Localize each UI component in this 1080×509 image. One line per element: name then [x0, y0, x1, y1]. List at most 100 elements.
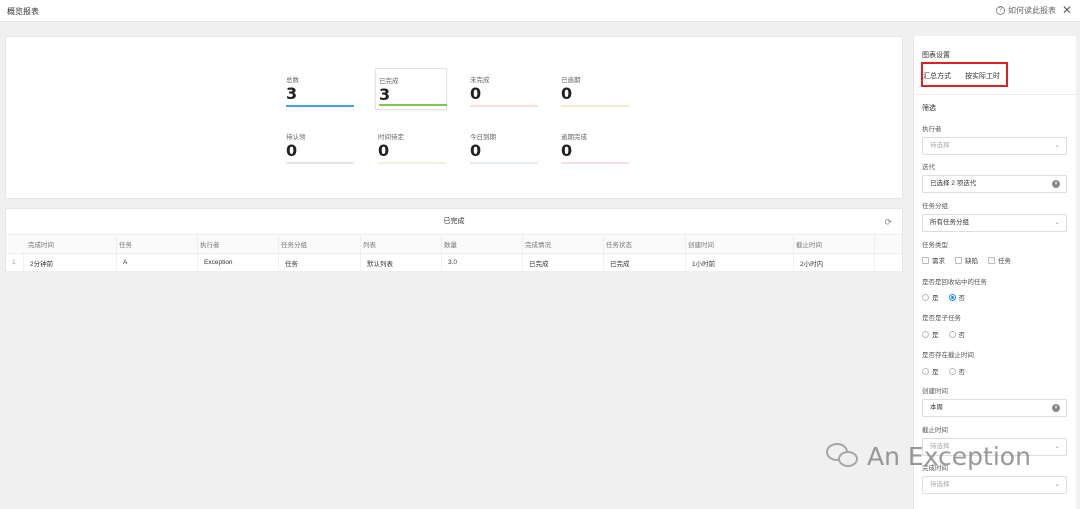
column-header[interactable]: 任务状态: [604, 235, 686, 253]
task-type-option[interactable]: 需求: [922, 255, 945, 265]
radio-button[interactable]: [948, 367, 956, 375]
watermark: An Exception: [826, 441, 1031, 471]
table-cell: 2小时内: [794, 254, 875, 271]
question-circle-icon: ?: [996, 6, 1005, 15]
help-label: 如何读此报表: [1008, 6, 1056, 15]
column-header[interactable]: 任务分组: [279, 235, 361, 253]
stat-label: 已完成: [379, 78, 399, 85]
stat-card[interactable]: 逾期完成 0: [558, 125, 630, 167]
clear-icon[interactable]: ×: [1052, 180, 1060, 188]
table-cell: 已完成: [604, 254, 686, 271]
task-type-options: 需求 缺陷 任务: [922, 255, 1011, 265]
stat-value: 0: [286, 141, 298, 160]
stat-bar: [470, 105, 538, 107]
subtask-options: 是 否: [922, 329, 965, 339]
clear-icon[interactable]: ×: [1052, 404, 1060, 412]
created-time-select[interactable]: 本周 ×: [922, 399, 1067, 417]
completed-time-select[interactable]: 待选择 ⌄: [922, 476, 1067, 494]
checkbox[interactable]: [988, 256, 995, 264]
table-cell: A: [117, 254, 198, 271]
subtask-option-no[interactable]: 否: [948, 329, 965, 339]
stat-bar: [379, 104, 447, 106]
page-title: 概览报表: [7, 7, 39, 16]
stat-value: 0: [470, 141, 482, 160]
stat-label: 总数: [286, 77, 299, 84]
table-cell: 1小时前: [686, 254, 794, 271]
column-header[interactable]: 列表: [361, 235, 442, 253]
settings-sidebar: 图表设置 汇总方式 按实际工时 筛选 执行者 待选择 ⌄ 迭代 已选择 2 项迭…: [913, 36, 1077, 509]
task-type-option[interactable]: 缺陷: [955, 255, 978, 265]
stat-label: 未完成: [470, 77, 490, 84]
stat-card[interactable]: 待认领 0: [283, 125, 355, 167]
radio-button[interactable]: [922, 293, 929, 301]
recycle-option-yes[interactable]: 是: [922, 292, 939, 302]
table-cell: 默认列表: [361, 254, 442, 271]
created-time-label: 创建时间: [922, 388, 948, 395]
stat-label: 已逾期: [561, 77, 581, 84]
task-group-value: 所有任务分组: [930, 219, 969, 226]
has-deadline-option-no[interactable]: 否: [948, 366, 965, 376]
stat-card[interactable]: 已逾期 0: [558, 68, 630, 110]
help-link[interactable]: ? 如何读此报表: [996, 5, 1056, 16]
task-group-select[interactable]: 所有任务分组 ⌄: [922, 214, 1067, 232]
stats-panel: 总数 3 已完成 3 未完成 0 已逾期 0 待认领 0 时间待定 0 今日到期 0 逾期完成 0: [5, 36, 903, 199]
radio-button[interactable]: [922, 330, 929, 338]
table-row[interactable]: 1 2分钟前 A Exception 任务 默认列表 3.0 已完成 已完成 1小时前 2小时内: [6, 254, 902, 272]
stat-card[interactable]: 总数 3: [283, 68, 355, 110]
checkbox[interactable]: [922, 256, 929, 264]
has-deadline-option-yes[interactable]: 是: [922, 366, 939, 376]
table-header: 完成时间 任务 执行者 任务分组 列表 数量 完成情况 任务状态 创建时间 截止时间: [6, 234, 902, 254]
stat-card[interactable]: 今日到期 0: [467, 125, 539, 167]
completed-time-placeholder: 待选择: [930, 481, 950, 488]
stat-bar: [286, 162, 354, 164]
iteration-select[interactable]: 已选择 2 项迭代 ×: [922, 175, 1067, 193]
subtask-label: 是否是子任务: [922, 315, 961, 322]
aggregate-value[interactable]: 按实际工时: [965, 71, 1000, 81]
table-cell: 3.0: [442, 254, 523, 271]
column-header[interactable]: 数量: [442, 235, 523, 253]
has-deadline-options: 是 否: [922, 366, 965, 376]
stat-card[interactable]: 已完成 3: [375, 68, 447, 110]
stat-value: 3: [286, 84, 298, 103]
radio-button[interactable]: [948, 330, 956, 338]
radio-button[interactable]: [948, 293, 956, 301]
row-index: 1: [6, 254, 24, 271]
stat-bar: [286, 105, 354, 107]
table-title: 已完成: [443, 218, 465, 225]
table-cell: 2分钟前: [28, 254, 117, 271]
has-deadline-label: 是否存在截止时间: [922, 352, 974, 359]
stat-label: 待认领: [286, 134, 306, 141]
recycle-option-no[interactable]: 否: [948, 292, 965, 302]
created-time-value: 本周: [930, 404, 943, 411]
executor-placeholder: 待选择: [930, 142, 950, 149]
radio-button[interactable]: [922, 367, 929, 375]
stat-card[interactable]: 时间待定 0: [375, 125, 447, 167]
checkbox[interactable]: [955, 256, 962, 264]
task-type-label: 任务类型: [922, 242, 948, 249]
recycle-label: 是否是回收站中的任务: [922, 279, 987, 286]
column-header[interactable]: 截止时间: [794, 235, 875, 253]
task-type-option[interactable]: 任务: [988, 255, 1011, 265]
column-header[interactable]: 创建时间: [686, 235, 794, 253]
task-group-label: 任务分组: [922, 203, 948, 210]
stat-value: 0: [470, 84, 482, 103]
column-header[interactable]: 执行者: [198, 235, 279, 253]
stat-label: 时间待定: [378, 134, 404, 141]
refresh-icon[interactable]: ⟳: [884, 217, 892, 228]
chevron-down-icon: ⌄: [1054, 481, 1060, 488]
filter-heading: 筛选: [922, 105, 936, 112]
table-cell: 已完成: [523, 254, 604, 271]
watermark-text: An Exception: [867, 441, 1031, 471]
subtask-option-yes[interactable]: 是: [922, 329, 939, 339]
chevron-down-icon: ⌄: [1054, 142, 1060, 149]
stat-card[interactable]: 未完成 0: [467, 68, 539, 110]
stat-value: 0: [561, 141, 573, 160]
column-header[interactable]: 任务: [117, 235, 198, 253]
executor-select[interactable]: 待选择 ⌄: [922, 137, 1067, 155]
column-header[interactable]: 完成情况: [523, 235, 604, 253]
stat-label: 今日到期: [470, 134, 496, 141]
close-icon[interactable]: ✕: [1062, 3, 1072, 17]
deadline-label: 截止时间: [922, 427, 948, 434]
chart-settings-heading: 图表设置: [922, 52, 950, 59]
column-header[interactable]: 完成时间: [6, 235, 117, 253]
